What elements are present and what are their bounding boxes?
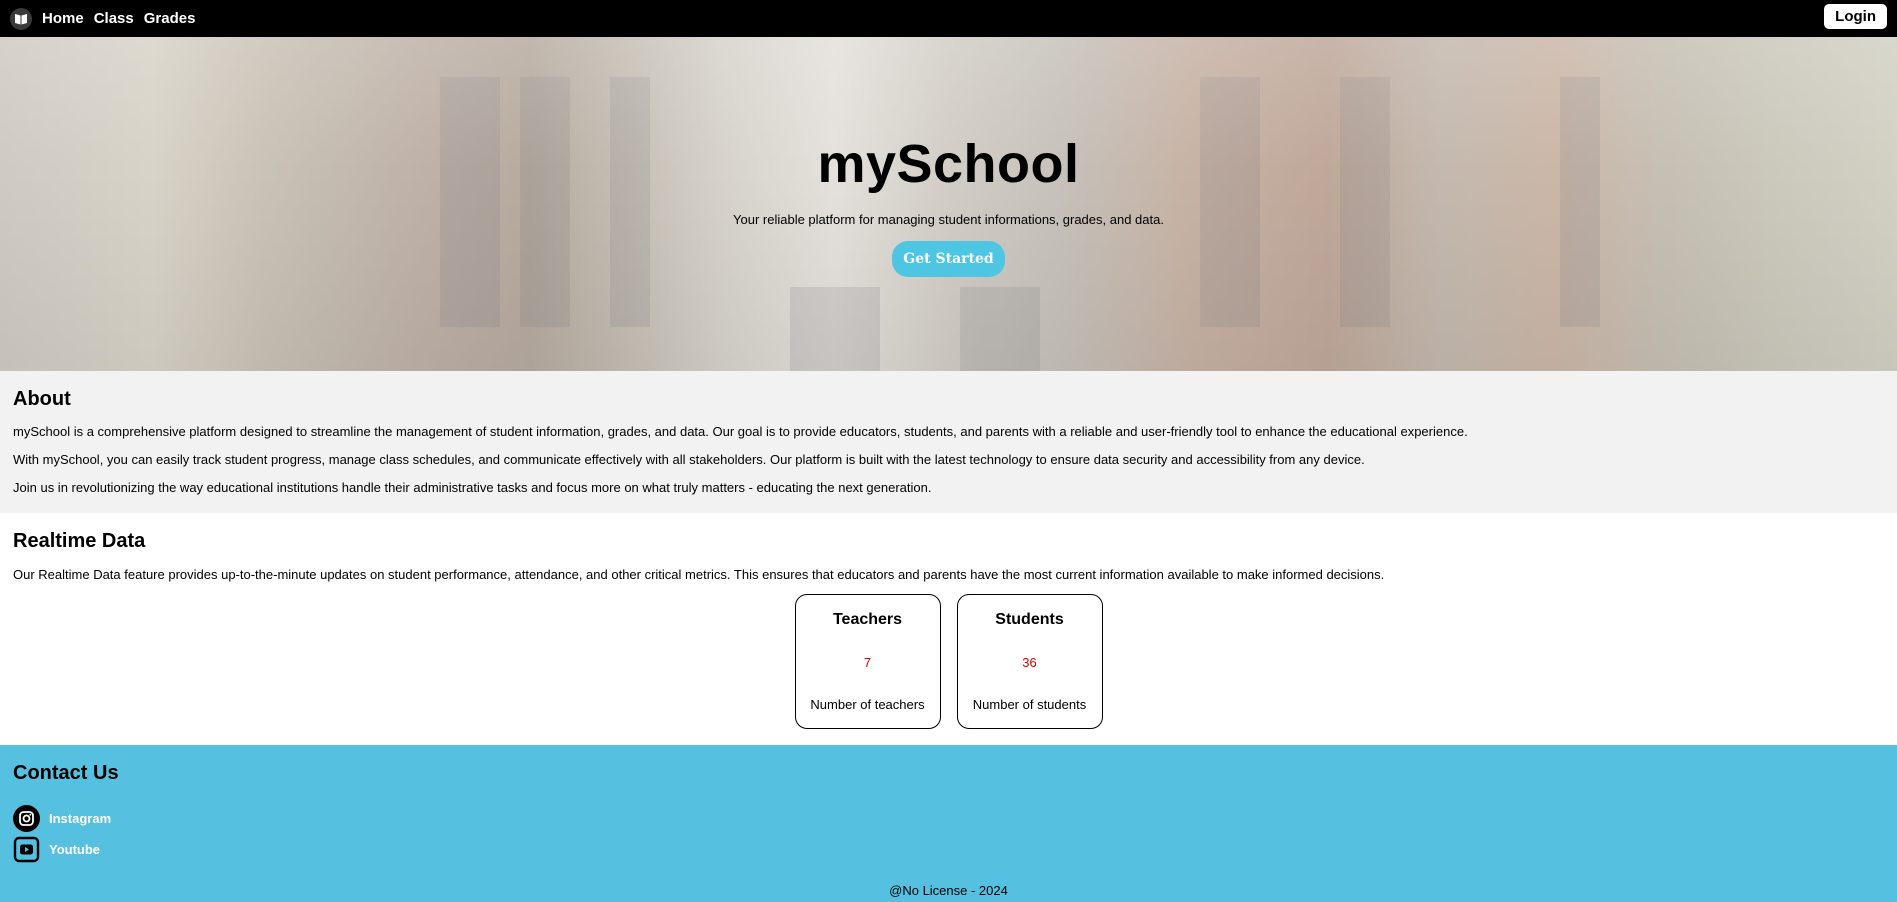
youtube-icon[interactable]: [13, 836, 40, 863]
login-button[interactable]: Login: [1824, 4, 1887, 29]
teachers-count: 7: [863, 655, 872, 670]
hero-subtitle: Your reliable platform for managing stud…: [733, 212, 1164, 227]
students-card: Students 36 Number of students: [956, 594, 1103, 729]
social-instagram: Instagram: [13, 805, 1884, 832]
realtime-description: Our Realtime Data feature provides up-to…: [13, 567, 1385, 582]
hero-title: mySchool: [817, 134, 1080, 194]
card-description: Number of teachers: [810, 697, 925, 712]
nav-link-home[interactable]: Home: [42, 10, 84, 27]
card-description: Number of students: [972, 697, 1087, 712]
get-started-button[interactable]: Get Started: [892, 241, 1005, 277]
about-paragraph: mySchool is a comprehensive platform des…: [13, 424, 1468, 439]
contact-section: Contact Us Instagram Youtube @No License…: [0, 745, 1897, 902]
nav-link-class[interactable]: Class: [94, 10, 134, 27]
about-heading: About: [13, 388, 71, 410]
hero-section: mySchool Your reliable platform for mana…: [0, 37, 1897, 371]
contact-heading: Contact Us: [13, 762, 119, 784]
hero-content: mySchool Your reliable platform for mana…: [733, 37, 1164, 277]
top-navbar: Home Class Grades Login: [0, 0, 1897, 37]
realtime-section: Realtime Data Our Realtime Data feature …: [0, 513, 1897, 745]
about-paragraph: With mySchool, you can easily track stud…: [13, 452, 1365, 467]
realtime-heading: Realtime Data: [13, 530, 146, 552]
card-title: Students: [995, 611, 1064, 628]
teachers-card: Teachers 7 Number of teachers: [794, 594, 941, 729]
book-icon[interactable]: [10, 7, 32, 30]
instagram-link[interactable]: Instagram: [49, 811, 111, 826]
nav-link-grades[interactable]: Grades: [144, 10, 196, 27]
social-youtube: Youtube: [13, 836, 1884, 863]
instagram-icon[interactable]: [13, 805, 40, 832]
students-count: 36: [1022, 655, 1037, 670]
nav-links: Home Class Grades: [42, 10, 195, 27]
footer-copyright: @No License - 2024: [889, 883, 1008, 898]
stats-cards: Teachers 7 Number of teachers Students 3…: [13, 594, 1884, 729]
card-title: Teachers: [832, 611, 903, 628]
about-section: About mySchool is a comprehensive platfo…: [0, 371, 1897, 513]
about-paragraph: Join us in revolutionizing the way educa…: [13, 480, 932, 495]
youtube-link[interactable]: Youtube: [49, 842, 100, 857]
